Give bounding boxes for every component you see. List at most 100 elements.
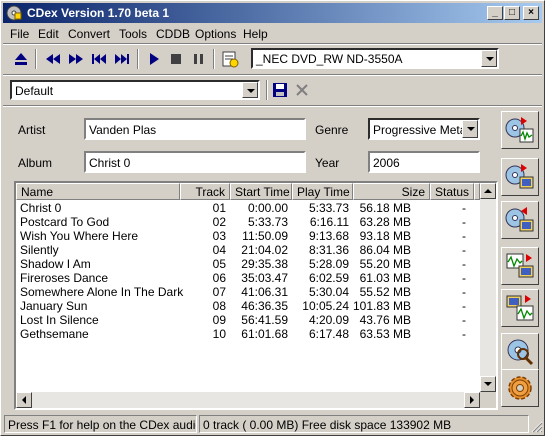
next-track-icon[interactable] — [113, 50, 131, 68]
table-row[interactable]: Somewhere Alone In The Dark 07 41:06.31 5:3… — [16, 285, 478, 299]
column-play-time[interactable]: Play Time — [292, 183, 353, 200]
vertical-scrollbar[interactable] — [480, 183, 496, 392]
extract-partial-button[interactable] — [501, 201, 539, 239]
maximize-button[interactable]: □ — [504, 6, 520, 20]
scroll-left-button[interactable] — [16, 392, 32, 408]
track-status: - — [462, 271, 466, 285]
wav-to-mp3-button[interactable] — [501, 247, 539, 285]
track-name: Gethsemane — [20, 327, 89, 341]
menu-options[interactable]: Options — [195, 27, 236, 41]
scroll-down-button[interactable] — [480, 376, 496, 392]
window-title: CDex Version 1.70 beta 1 — [27, 6, 170, 20]
scroll-right-button[interactable] — [464, 392, 480, 408]
menu-cddb[interactable]: CDDB — [156, 27, 190, 41]
track-size: 101.83 MB — [353, 299, 412, 313]
menu-separator — [3, 43, 542, 45]
table-row[interactable]: January Sun 08 46:36.35 10:05.24 101.83 MB - — [16, 299, 478, 313]
track-size: 86.04 MB — [359, 243, 411, 257]
track-play-time: 5:28.09 — [308, 257, 349, 271]
toolbar-separator — [266, 80, 268, 100]
cddb-query-button[interactable] — [501, 333, 539, 371]
menu-convert[interactable]: Convert — [68, 27, 110, 41]
artist-label: Artist — [18, 123, 46, 137]
track-play-time: 6:16.11 — [309, 215, 349, 229]
rewind-icon[interactable] — [44, 50, 62, 68]
track-start-time: 61:01.68 — [241, 327, 288, 341]
menu-edit[interactable]: Edit — [38, 27, 59, 41]
extract-mp3-button[interactable] — [501, 158, 539, 196]
horizontal-scrollbar[interactable] — [16, 392, 480, 408]
track-status: - — [462, 243, 466, 257]
table-row[interactable]: Gethsemane 10 61:01.68 6:17.48 63.53 MB - — [16, 327, 478, 341]
chevron-down-icon[interactable] — [242, 82, 258, 98]
track-number: 07 — [212, 285, 226, 299]
genre-label: Genre — [315, 123, 349, 137]
album-field[interactable]: Christ 0 — [84, 151, 306, 173]
title-bar[interactable]: CDex Version 1.70 beta 1 _ □ × — [3, 3, 542, 23]
column-name[interactable]: Name — [16, 183, 180, 200]
mp3-to-wav-button[interactable] — [501, 289, 539, 327]
gear-icon — [508, 376, 532, 400]
track-number: 03 — [212, 229, 226, 243]
profile-select-value: Default — [15, 84, 54, 98]
track-start-time: 5:33.73 — [247, 215, 288, 229]
cd-info-icon[interactable] — [221, 50, 239, 68]
table-row[interactable]: Silently 04 21:04.02 8:31.36 86.04 MB - — [16, 243, 478, 257]
track-name: Fireroses Dance — [20, 271, 109, 285]
settings-button[interactable] — [501, 369, 539, 407]
year-field[interactable]: 2006 — [368, 151, 480, 173]
mp3-to-wav-icon — [506, 295, 534, 321]
track-name: Silently — [20, 243, 59, 257]
save-icon[interactable] — [272, 82, 288, 98]
arrow-up-icon — [484, 189, 492, 193]
track-size: 63.28 MB — [359, 215, 411, 229]
drive-select[interactable]: _NEC DVD_RW ND-3550A — [251, 48, 499, 69]
scroll-up-button[interactable] — [480, 183, 496, 199]
track-list-header: Name Track Start Time Play Time Size Sta… — [16, 183, 496, 200]
extract-wav-button[interactable] — [501, 111, 539, 149]
table-row[interactable]: Fireroses Dance 06 35:03.47 6:02.59 61.03 MB… — [16, 271, 478, 285]
profile-select[interactable]: Default — [10, 80, 260, 100]
minimize-button[interactable]: _ — [487, 6, 503, 20]
track-name: January Sun — [20, 299, 88, 313]
toolbar-separator — [213, 49, 215, 69]
track-play-time: 4:20.09 — [308, 313, 349, 327]
track-name: Christ 0 — [20, 201, 62, 215]
column-start-time[interactable]: Start Time — [230, 183, 292, 200]
track-start-time: 0:00.00 — [247, 201, 288, 215]
column-status[interactable]: Status — [430, 183, 474, 200]
genre-select[interactable]: Progressive Metal — [368, 118, 480, 140]
arrow-left-icon — [22, 396, 26, 404]
menu-tools[interactable]: Tools — [119, 27, 147, 41]
track-number: 06 — [212, 271, 226, 285]
size-grip-icon[interactable] — [529, 419, 543, 433]
menu-bar: File Edit Convert Tools CDDB Options Hel… — [3, 24, 542, 43]
menu-file[interactable]: File — [10, 27, 29, 41]
table-row[interactable]: Lost In Silence 09 56:41.59 4:20.09 43.76 MB… — [16, 313, 478, 327]
close-button[interactable]: × — [523, 6, 539, 20]
pause-icon[interactable] — [190, 50, 208, 68]
track-list[interactable]: Name Track Start Time Play Time Size Sta… — [14, 181, 498, 410]
wav-to-mp3-icon — [506, 253, 534, 278]
table-row[interactable]: Postcard To God 02 5:33.73 6:16.11 63.28 MB - — [16, 215, 478, 229]
column-track[interactable]: Track — [180, 183, 230, 200]
chevron-down-icon[interactable] — [481, 50, 497, 67]
previous-track-icon[interactable] — [90, 50, 108, 68]
delete-icon[interactable] — [294, 82, 310, 98]
column-size[interactable]: Size — [353, 183, 430, 200]
stop-icon[interactable] — [167, 50, 185, 68]
play-icon[interactable] — [145, 50, 163, 68]
track-play-time: 5:33.73 — [308, 201, 349, 215]
track-status: - — [462, 201, 466, 215]
chevron-down-icon[interactable] — [462, 120, 478, 138]
table-row[interactable]: Shadow I Am 05 29:35.38 5:28.09 55.20 MB - — [16, 257, 478, 271]
artist-field[interactable]: Vanden Plas — [84, 118, 306, 140]
track-size: 61.03 MB — [359, 271, 411, 285]
track-play-time: 6:17.48 — [308, 327, 349, 341]
track-number: 08 — [212, 299, 226, 313]
table-row[interactable]: Wish You Where Here 03 11:50.09 9:13.68 93.1… — [16, 229, 478, 243]
table-row[interactable]: Christ 0 01 0:00.00 5:33.73 56.18 MB - — [16, 201, 478, 215]
menu-help[interactable]: Help — [243, 27, 268, 41]
fast-forward-icon[interactable] — [67, 50, 85, 68]
eject-icon[interactable] — [12, 50, 30, 68]
